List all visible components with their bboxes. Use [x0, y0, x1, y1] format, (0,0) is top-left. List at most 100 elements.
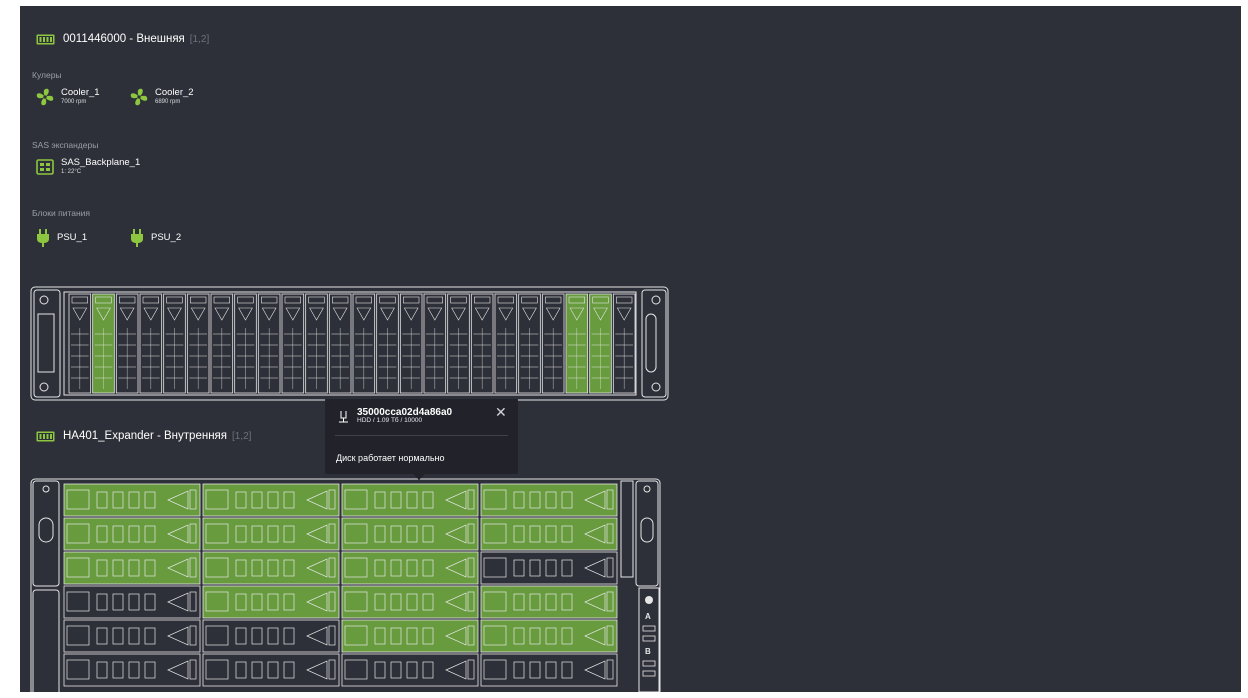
drive-bays-2u [68, 293, 636, 394]
drive-bay[interactable] [480, 551, 618, 585]
drive-bay[interactable] [257, 293, 281, 394]
drive-bay[interactable] [480, 619, 618, 653]
battery-icon [36, 34, 55, 45]
drive-bay[interactable] [341, 653, 479, 687]
drive-bay[interactable] [163, 293, 186, 394]
front-panel-leds [37, 313, 55, 373]
close-icon[interactable]: ✕ [495, 405, 507, 419]
sas-label: SAS экспандеры [32, 140, 99, 150]
drive-bay[interactable] [494, 293, 518, 394]
drive-bay[interactable] [281, 293, 305, 394]
drive-bay[interactable] [480, 653, 618, 687]
cooler-1-name: Cooler_1 [61, 87, 100, 98]
psu-2[interactable]: PSU_2 [130, 229, 181, 247]
drive-bay[interactable] [480, 483, 618, 517]
drive-bay[interactable] [210, 293, 234, 394]
drive-bay[interactable] [202, 585, 340, 619]
left-ear-top [32, 480, 60, 587]
drive-bay[interactable] [376, 293, 399, 394]
enclosure-2-range: [1,2] [232, 430, 252, 442]
drive-bay[interactable] [186, 293, 210, 394]
chassis-2u [30, 286, 669, 401]
drive-bay[interactable] [341, 517, 479, 551]
left-ear-bottom [32, 589, 60, 692]
drive-bay[interactable] [480, 585, 618, 619]
drive-bay[interactable] [518, 293, 541, 394]
left-handle [38, 517, 54, 543]
enclosure-panel: 0011446000 - Внешняя [1,2] Кулеры Cooler… [20, 6, 1241, 692]
drive-bay[interactable] [115, 293, 139, 394]
drive-bay[interactable] [202, 551, 340, 585]
drive-bay[interactable] [423, 293, 447, 394]
right-ear-top [635, 480, 659, 587]
left-ear-screw [42, 485, 50, 493]
enclosure-2-title[interactable]: HA401_Expander - Внутренняя [1,2] [36, 430, 251, 442]
drive-bay[interactable] [589, 293, 612, 394]
cooler-2[interactable]: Cooler_2 6890 rpm [130, 88, 194, 106]
drive-bay[interactable] [63, 551, 201, 585]
drive-bay[interactable] [139, 293, 163, 394]
enclosure-1-name: 0011446000 - Внешняя [63, 33, 185, 45]
right-ear-screw-top [651, 295, 661, 305]
chip-icon [36, 159, 54, 175]
drive-bay[interactable] [341, 483, 479, 517]
drive-bay[interactable] [202, 619, 340, 653]
enclosure-1-title[interactable]: 0011446000 - Внешняя [1,2] [36, 33, 209, 45]
drive-bay[interactable] [63, 585, 201, 619]
drive-bay[interactable] [202, 483, 340, 517]
drive-bay[interactable] [341, 551, 479, 585]
plug-icon [130, 229, 144, 247]
drive-bay[interactable] [612, 293, 636, 394]
drive-bay[interactable] [63, 517, 201, 551]
drive-bay[interactable] [63, 483, 201, 517]
right-ear-screw [643, 485, 651, 493]
right-handle [645, 313, 657, 373]
drive-bay[interactable] [305, 293, 328, 394]
enclosure-1-range: [1,2] [189, 33, 210, 45]
chassis-4u: A B [30, 478, 661, 692]
psu-label: Блоки питания [32, 208, 91, 218]
fan-icon [36, 88, 54, 106]
drive-bay[interactable] [341, 585, 479, 619]
drive-bays-4u [63, 483, 618, 687]
enclosure-2-name: HA401_Expander - Внутренняя [63, 430, 227, 442]
drive-bay[interactable] [328, 293, 352, 394]
link-icon [642, 660, 656, 667]
sas-backplane-1-temp: 1: 22°C [61, 169, 82, 175]
drive-bay[interactable] [352, 293, 376, 394]
warning-icon [642, 635, 656, 642]
sas-backplane-1-name: SAS_Backplane_1 [61, 157, 141, 168]
drive-bay[interactable] [63, 619, 201, 653]
drive-bay[interactable] [447, 293, 470, 394]
chassis-2u-bay-area [63, 291, 637, 396]
fan-icon [130, 88, 148, 106]
drive-bay[interactable] [234, 293, 257, 394]
psu-1[interactable]: PSU_1 [36, 229, 87, 247]
drive-bay[interactable] [480, 517, 618, 551]
drive-bay[interactable] [68, 293, 92, 394]
drive-bay[interactable] [399, 293, 423, 394]
drive-bay[interactable] [63, 653, 201, 687]
power-icon [645, 596, 653, 604]
drive-bay[interactable] [541, 293, 565, 394]
cooler-2-name: Cooler_2 [155, 87, 194, 98]
battery-icon [36, 431, 55, 442]
disk-tooltip: 35000cca02d4a86a0 HDD / 1.09 Тб / 10000 … [325, 399, 518, 480]
link-icon [642, 625, 656, 632]
drive-bay[interactable] [92, 293, 115, 394]
cooler-1-speed: 7000 rpm [61, 99, 87, 105]
cooler-2-speed: 6890 rpm [155, 99, 181, 105]
drive-bay[interactable] [565, 293, 589, 394]
drive-bay[interactable] [202, 517, 340, 551]
psu-2-name: PSU_2 [151, 232, 182, 243]
drive-bay[interactable] [470, 293, 494, 394]
coolers-label: Кулеры [32, 70, 62, 80]
port-a-label: A [645, 612, 651, 621]
left-ear-screw-top [39, 295, 49, 305]
sas-backplane-1[interactable]: SAS_Backplane_1 1: 22°C [36, 158, 140, 176]
drive-bay[interactable] [202, 653, 340, 687]
right-ear-screw-bottom [651, 382, 661, 392]
left-ear-screw-bottom [39, 382, 49, 392]
drive-bay[interactable] [341, 619, 479, 653]
cooler-1[interactable]: Cooler_1 7000 rpm [36, 88, 100, 106]
